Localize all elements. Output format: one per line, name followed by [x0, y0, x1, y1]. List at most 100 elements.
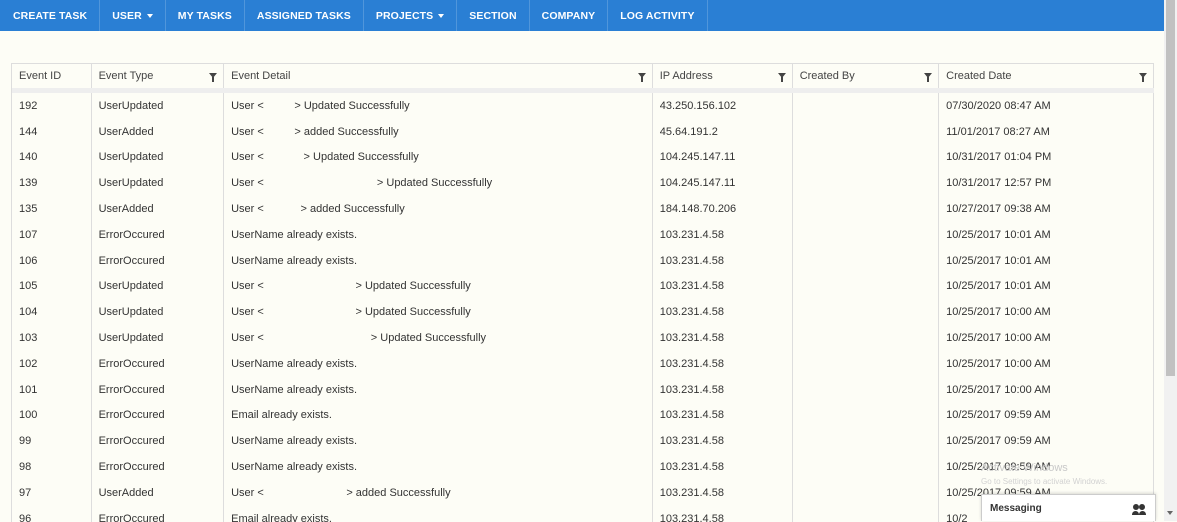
table-body: 192UserUpdatedUser < > Updated Successfu…: [12, 91, 1154, 522]
cell-event-type: UserAdded: [91, 119, 224, 145]
cell-event-type: ErrorOccured: [91, 351, 224, 377]
messaging-label: Messaging: [990, 503, 1042, 514]
cell-event-detail: User < > Updated Successfully: [224, 170, 653, 196]
column-header-ip-address[interactable]: IP Address: [652, 64, 792, 91]
cell-created-by: [792, 351, 938, 377]
cell-ip-address: 103.231.4.58: [652, 428, 792, 454]
filter-icon[interactable]: [638, 73, 646, 78]
table-row[interactable]: 139UserUpdatedUser < > Updated Successfu…: [12, 170, 1154, 196]
table-row[interactable]: 135UserAddedUser < > added Successfully1…: [12, 196, 1154, 222]
cell-event-id: 192: [12, 91, 91, 119]
cell-event-type: UserUpdated: [91, 299, 224, 325]
filter-icon[interactable]: [924, 73, 932, 78]
cell-event-type: ErrorOccured: [91, 403, 224, 429]
nav-section[interactable]: SECTION: [457, 0, 529, 31]
cell-ip-address: 103.231.4.58: [652, 325, 792, 351]
cell-event-type: ErrorOccured: [91, 222, 224, 248]
cell-ip-address: 104.245.147.11: [652, 145, 792, 171]
nav-section-label: SECTION: [469, 10, 516, 22]
cell-ip-address: 104.245.147.11: [652, 170, 792, 196]
scroll-down-arrow-icon[interactable]: [1167, 511, 1173, 515]
column-header-event-id[interactable]: Event ID: [12, 64, 91, 91]
cell-event-id: 135: [12, 196, 91, 222]
column-header-label: Event ID: [19, 70, 61, 82]
filter-icon[interactable]: [1139, 73, 1147, 78]
cell-event-type: ErrorOccured: [91, 248, 224, 274]
nav-create-task[interactable]: CREATE TASK: [0, 0, 100, 31]
table-row[interactable]: 102ErrorOccuredUserName already exists.1…: [12, 351, 1154, 377]
cell-created-by: [792, 145, 938, 171]
cell-event-id: 144: [12, 119, 91, 145]
cell-ip-address: 103.231.4.58: [652, 299, 792, 325]
cell-event-detail: UserName already exists.: [224, 377, 653, 403]
nav-my-tasks[interactable]: MY TASKS: [166, 0, 245, 31]
column-header-created-by[interactable]: Created By: [792, 64, 938, 91]
column-header-created-date[interactable]: Created Date: [939, 64, 1154, 91]
table-row[interactable]: 106ErrorOccuredUserName already exists.1…: [12, 248, 1154, 274]
cell-event-id: 96: [12, 506, 91, 522]
cell-event-detail: User < > Updated Successfully: [224, 299, 653, 325]
cell-created-date: 10/25/2017 10:00 AM: [939, 351, 1154, 377]
cell-created-by: [792, 170, 938, 196]
cell-event-detail: UserName already exists.: [224, 454, 653, 480]
table-row[interactable]: 101ErrorOccuredUserName already exists.1…: [12, 377, 1154, 403]
cell-event-detail: User < > added Successfully: [224, 119, 653, 145]
nav-user-label: USER: [112, 10, 142, 22]
table-row[interactable]: 99ErrorOccuredUserName already exists.10…: [12, 428, 1154, 454]
cell-event-type: UserAdded: [91, 196, 224, 222]
cell-created-date: 10/25/2017 10:01 AM: [939, 248, 1154, 274]
filter-icon[interactable]: [778, 73, 786, 78]
cell-event-id: 100: [12, 403, 91, 429]
cell-event-type: ErrorOccured: [91, 377, 224, 403]
table-row[interactable]: 144UserAddedUser < > added Successfully4…: [12, 119, 1154, 145]
nav-assigned-tasks[interactable]: ASSIGNED TASKS: [245, 0, 364, 31]
vertical-scrollbar[interactable]: [1164, 0, 1177, 521]
column-header-label: Event Type: [99, 70, 154, 82]
cell-created-by: [792, 454, 938, 480]
cell-created-date: 10/27/2017 09:38 AM: [939, 196, 1154, 222]
table-row[interactable]: 100ErrorOccuredEmail already exists.103.…: [12, 403, 1154, 429]
column-header-label: IP Address: [660, 70, 713, 82]
nav-log-activity[interactable]: LOG ACTIVITY: [608, 0, 707, 31]
cell-created-date: 10/31/2017 12:57 PM: [939, 170, 1154, 196]
cell-ip-address: 103.231.4.58: [652, 248, 792, 274]
log-activity-table: Event ID Event Type Event Detail IP Addr…: [12, 64, 1154, 522]
cell-event-type: UserAdded: [91, 480, 224, 506]
nav-user[interactable]: USER: [100, 0, 166, 31]
column-header-event-detail[interactable]: Event Detail: [224, 64, 653, 91]
cell-created-by: [792, 222, 938, 248]
nav-company[interactable]: COMPANY: [530, 0, 609, 31]
cell-created-date: 10/25/2017 09:59 AM: [939, 403, 1154, 429]
table-row[interactable]: 140UserUpdatedUser < > Updated Successfu…: [12, 145, 1154, 171]
cell-event-type: UserUpdated: [91, 91, 224, 119]
cell-created-date: 10/31/2017 01:04 PM: [939, 145, 1154, 171]
cell-created-date: 10/25/2017 09:59 AM: [939, 428, 1154, 454]
table-row[interactable]: 192UserUpdatedUser < > Updated Successfu…: [12, 91, 1154, 119]
cell-created-by: [792, 299, 938, 325]
cell-event-detail: UserName already exists.: [224, 428, 653, 454]
scrollbar-thumb[interactable]: [1166, 0, 1175, 376]
cell-created-by: [792, 480, 938, 506]
cell-event-id: 140: [12, 145, 91, 171]
cell-created-by: [792, 119, 938, 145]
filter-icon[interactable]: [209, 73, 217, 78]
activate-windows-title: Activate Windows: [981, 462, 1068, 474]
cell-event-id: 98: [12, 454, 91, 480]
table-row[interactable]: 104UserUpdatedUser < > Updated Successfu…: [12, 299, 1154, 325]
cell-ip-address: 103.231.4.58: [652, 480, 792, 506]
cell-event-type: ErrorOccured: [91, 506, 224, 522]
cell-event-detail: User < > Updated Successfully: [224, 274, 653, 300]
nav-projects[interactable]: PROJECTS: [364, 0, 457, 31]
table-row[interactable]: 103UserUpdatedUser < > Updated Successfu…: [12, 325, 1154, 351]
cell-event-type: UserUpdated: [91, 145, 224, 171]
table-row[interactable]: 107ErrorOccuredUserName already exists.1…: [12, 222, 1154, 248]
messaging-widget[interactable]: Messaging: [981, 494, 1156, 521]
table-header-row: Event ID Event Type Event Detail IP Addr…: [12, 64, 1154, 91]
cell-event-type: UserUpdated: [91, 274, 224, 300]
cell-created-by: [792, 248, 938, 274]
table-row[interactable]: 105UserUpdatedUser < > Updated Successfu…: [12, 274, 1154, 300]
cell-event-detail: User < > Updated Successfully: [224, 325, 653, 351]
column-header-event-type[interactable]: Event Type: [91, 64, 224, 91]
cell-created-date: 07/30/2020 08:47 AM: [939, 91, 1154, 119]
cell-ip-address: 103.231.4.58: [652, 222, 792, 248]
